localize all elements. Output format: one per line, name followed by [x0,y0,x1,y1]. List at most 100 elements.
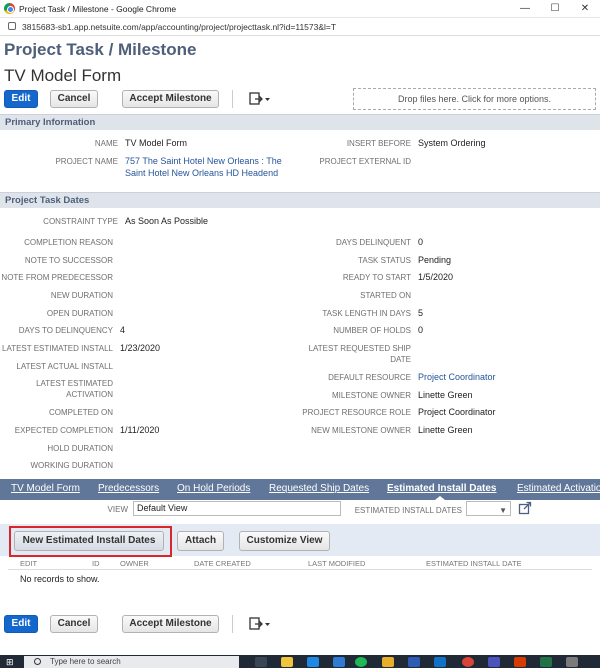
customize-view-button[interactable]: Customize View [239,531,330,551]
column-header-estimated-install-date[interactable]: ESTIMATED INSTALL DATE [426,559,522,568]
minimize-button[interactable]: — [510,0,540,18]
chevron-down-icon: ▼ [499,506,507,515]
expected-completion-value: 1/11/2020 [120,425,160,435]
latest-req-ship-label: LATEST REQUESTED SHIP [308,344,411,353]
note-to-successor-label: NOTE TO SUCCESSOR [24,256,113,265]
new-milestone-owner-label: NEW MILESTONE OWNER [311,426,411,435]
maximize-button[interactable]: ☐ [540,0,570,18]
taskbar-search-input[interactable]: Type here to search [24,656,239,668]
note-from-predecessor-label: NOTE FROM PREDECESSOR [1,273,113,282]
column-header-owner[interactable]: OWNER [120,559,149,568]
toolbar-divider [232,615,233,633]
tab-requested-ship-dates[interactable]: Requested Ship Dates [269,483,369,494]
file-explorer-icon[interactable] [281,657,293,667]
task-length-label: TASK LENGTH IN DAYS [322,309,411,318]
ready-to-start-label: READY TO START [342,273,411,282]
tab-predecessors[interactable]: Predecessors [98,483,159,494]
search-placeholder: Type here to search [50,657,121,666]
number-of-holds-value: 0 [418,325,424,335]
project-task-dates-header[interactable]: Project Task Dates [0,192,600,208]
actions-menu-icon[interactable] [248,90,274,108]
latest-est-install-label: LATEST ESTIMATED INSTALL [2,344,113,353]
latest-est-activation-label: LATEST ESTIMATED [36,379,113,388]
excel-icon[interactable] [540,657,552,667]
accept-milestone-button[interactable]: Accept Milestone [122,90,219,108]
column-header-last-modified[interactable]: LAST MODIFIED [308,559,365,568]
default-resource-link[interactable]: Project Coordinator [418,372,496,383]
cancel-button[interactable]: Cancel [50,90,98,108]
close-window-button[interactable]: ✕ [570,0,600,18]
section-title: Project Task Dates [5,195,90,206]
lock-icon [8,22,16,30]
outlook-icon[interactable] [434,657,446,667]
days-delinquent-label: DAYS DELINQUENT [336,238,411,247]
ready-to-start-value: 1/5/2020 [418,272,454,282]
search-icon [34,658,41,665]
days-to-delinquency-value: 4 [120,325,126,335]
file-drop-zone[interactable]: Drop files here. Click for more options. [353,88,596,110]
column-header-date-created[interactable]: DATE CREATED [194,559,251,568]
record-name: TV Model Form [4,66,122,85]
latest-est-activation-label-cont: ACTIVATION [66,390,113,399]
page-title: Project Task / Milestone [4,40,197,59]
task-length-value: 5 [418,308,424,318]
project-name-label: PROJECT NAME [55,157,118,166]
accept-milestone-button-bottom[interactable]: Accept Milestone [122,615,219,633]
view-select[interactable]: Default View [133,501,341,516]
edit-button[interactable]: Edit [4,90,38,108]
number-of-holds-label: NUMBER OF HOLDS [333,326,411,335]
chrome-icon [4,3,15,14]
insert-before-value: System Ordering [418,138,486,148]
project-external-id-label: PROJECT EXTERNAL ID [319,157,411,166]
teams-icon[interactable] [488,657,500,667]
powerpoint-icon[interactable] [514,657,526,667]
name-value: TV Model Form [125,138,188,148]
hold-duration-label: HOLD DURATION [47,444,113,453]
task-status-label: TASK STATUS [358,256,411,265]
expected-completion-label: EXPECTED COMPLETION [14,426,113,435]
primary-information-header[interactable]: Primary Information [0,114,600,130]
name-label: NAME [94,139,118,148]
google-drive-icon[interactable] [382,657,394,667]
app-icon[interactable] [566,657,578,667]
tab-tv-model-form[interactable]: TV Model Form [11,483,80,494]
new-milestone-owner-value: Linette Green [418,425,473,435]
column-header-edit[interactable]: EDIT [20,559,37,568]
project-name-link-cont[interactable]: Saint Hotel New Orleans HD Headend [125,168,278,179]
chrome-taskbar-icon[interactable] [462,657,474,667]
attach-button[interactable]: Attach [177,531,224,551]
toolbar-divider [232,90,233,108]
completion-reason-label: COMPLETION REASON [24,238,113,247]
project-name-link[interactable]: 757 The Saint Hotel New Orleans : The [125,156,282,167]
est-install-dates-select[interactable]: ▼ [466,501,511,516]
sublist-tab-bar: TV Model Form Predecessors On Hold Perio… [0,479,600,500]
constraint-type-label: CONSTRAINT TYPE [43,217,118,226]
url-text[interactable]: 3815683-sb1.app.netsuite.com/app/account… [22,22,336,32]
completed-on-label: COMPLETED ON [48,408,113,417]
task-view-icon[interactable] [255,657,267,667]
highlight-box [9,526,172,557]
project-resource-role-label: PROJECT RESOURCE ROLE [302,408,411,417]
tab-estimated-install-dates[interactable]: Estimated Install Dates [387,483,496,494]
tab-estimated-activation[interactable]: Estimated Activatio [517,483,600,494]
windows-taskbar: ⊞ Type here to search [0,655,600,668]
address-bar[interactable]: 3815683-sb1.app.netsuite.com/app/account… [0,18,600,36]
windows-start-icon[interactable]: ⊞ [6,657,16,667]
spotify-icon[interactable] [355,657,367,667]
column-header-id[interactable]: ID [92,559,100,568]
days-delinquent-value: 0 [418,237,424,247]
cancel-button-bottom[interactable]: Cancel [50,615,98,633]
tab-on-hold-periods[interactable]: On Hold Periods [177,483,250,494]
latest-req-ship-label-cont: DATE [390,355,411,364]
table-header-divider [8,569,592,570]
word-icon[interactable] [408,657,420,667]
constraint-type-value: As Soon As Possible [125,216,209,226]
edit-button-bottom[interactable]: Edit [4,615,38,633]
mail-icon[interactable] [333,657,345,667]
popout-icon[interactable] [518,501,532,515]
section-title: Primary Information [5,117,96,128]
actions-menu-icon[interactable] [248,615,274,633]
project-resource-role-value: Project Coordinator [418,407,496,417]
browser-title-bar: Project Task / Milestone - Google Chrome… [0,0,600,18]
store-icon[interactable] [307,657,319,667]
